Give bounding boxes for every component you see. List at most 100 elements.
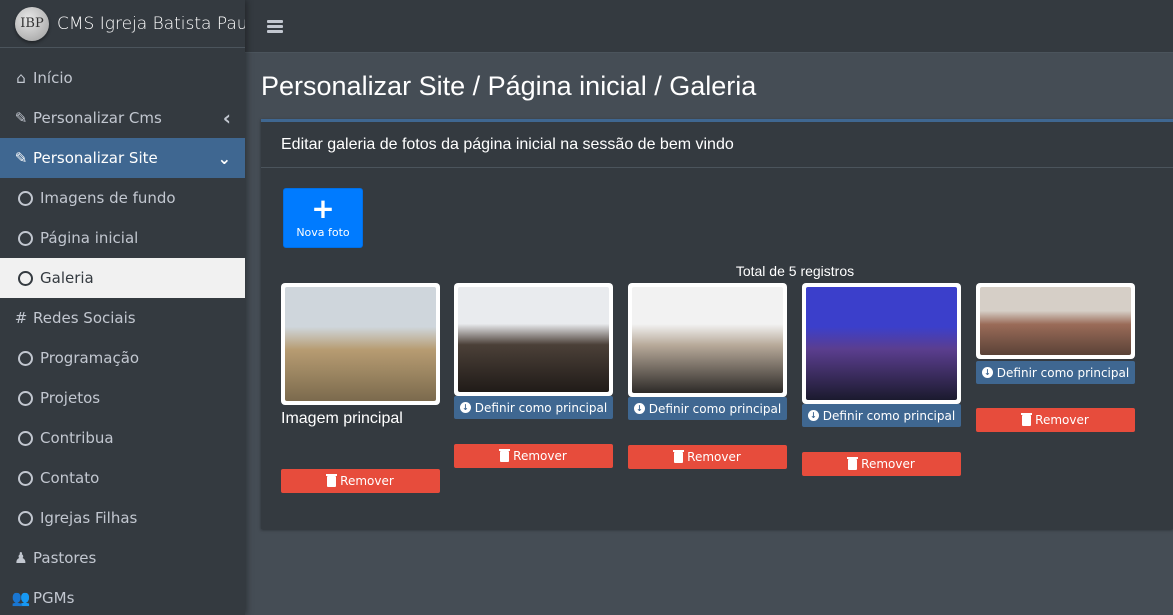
gallery-item: ↓ Definir como principal Remover bbox=[454, 283, 613, 468]
sidebar: IBP CMS Igreja Batista Pauli ⌂ Início ✎ Per… bbox=[0, 0, 245, 615]
trash-icon bbox=[326, 473, 338, 487]
remove-label: Remover bbox=[513, 449, 567, 463]
gallery-item: ↓ Definir como principal Remover bbox=[802, 283, 961, 476]
photo-thumbnail[interactable] bbox=[281, 283, 440, 405]
sidebar-item[interactable]: Imagens de fundo bbox=[0, 178, 245, 218]
gallery-item: ↓ Definir como principal Remover bbox=[976, 283, 1135, 432]
define-main-button[interactable]: ↓ Definir como principal bbox=[802, 404, 961, 427]
sidebar-item[interactable]: 👥 PGMs bbox=[0, 578, 245, 615]
sidebar-nav: ⌂ Início ✎ Personalizar Cms ‹ ✎ Personalizar S… bbox=[0, 48, 245, 615]
main-image-label: Imagem principal bbox=[281, 410, 403, 427]
photo-thumbnail[interactable] bbox=[976, 283, 1135, 359]
trash-icon bbox=[673, 449, 685, 463]
sidebar-item-label: Início bbox=[33, 69, 73, 87]
download-circle-icon: ↓ bbox=[981, 367, 993, 378]
sidebar-item-label: Redes Sociais bbox=[33, 309, 136, 327]
menu-toggle-icon[interactable] bbox=[267, 19, 283, 33]
sidebar-item-label: Galeria bbox=[40, 269, 94, 287]
gallery-card: Editar galeria de fotos da página inicia… bbox=[261, 119, 1173, 529]
sidebar-item-label: Personalizar Cms bbox=[33, 109, 162, 127]
sidebar-item[interactable]: ⌂ Início bbox=[0, 58, 245, 98]
photo-thumbnail[interactable] bbox=[454, 283, 613, 396]
remove-label: Remover bbox=[1035, 413, 1089, 427]
sidebar-item[interactable]: ✎ Personalizar Cms ‹ bbox=[0, 98, 245, 138]
remove-button[interactable]: Remover bbox=[976, 408, 1135, 432]
define-main-label: Definir como principal bbox=[996, 365, 1130, 380]
sidebar-item[interactable]: Igrejas Filhas bbox=[0, 498, 245, 538]
sidebar-item[interactable]: Programação bbox=[0, 338, 245, 378]
remove-button[interactable]: Remover bbox=[802, 452, 961, 476]
magic-wand-icon: ✎ bbox=[14, 149, 28, 167]
define-main-button[interactable]: ↓ Definir como principal bbox=[454, 396, 613, 419]
sidebar-item-label: Contribua bbox=[40, 429, 114, 447]
circle-icon bbox=[18, 470, 33, 486]
remove-button[interactable]: Remover bbox=[454, 444, 613, 468]
hash-icon: # bbox=[14, 309, 28, 327]
photo-image bbox=[285, 287, 436, 401]
circle-icon bbox=[18, 510, 33, 526]
sidebar-item[interactable]: Contato bbox=[0, 458, 245, 498]
brand-logo: IBP bbox=[15, 6, 49, 41]
download-circle-icon: ↓ bbox=[633, 403, 645, 414]
add-photo-button[interactable]: + Nova foto bbox=[283, 188, 363, 248]
gallery-item: ↓ Definir como principal Remover bbox=[628, 283, 787, 469]
sidebar-item-label: Igrejas Filhas bbox=[40, 509, 138, 527]
circle-icon bbox=[18, 230, 33, 246]
sidebar-item[interactable]: # Redes Sociais bbox=[0, 298, 245, 338]
define-main-label: Definir como principal bbox=[474, 400, 608, 415]
download-circle-icon: ↓ bbox=[459, 402, 471, 413]
remove-label: Remover bbox=[340, 474, 394, 488]
photo-image bbox=[458, 287, 609, 392]
users-icon: 👥 bbox=[11, 589, 31, 607]
trash-icon bbox=[499, 448, 511, 462]
sidebar-item[interactable]: Galeria bbox=[0, 258, 245, 298]
remove-label: Remover bbox=[861, 457, 915, 471]
chevron-down-icon: ⌄ bbox=[217, 148, 231, 168]
sidebar-item[interactable]: Página inicial bbox=[0, 218, 245, 258]
brand[interactable]: IBP CMS Igreja Batista Pauli bbox=[0, 0, 245, 48]
photo-image bbox=[806, 287, 957, 400]
photo-image bbox=[980, 287, 1131, 355]
sidebar-item[interactable]: ✎ Personalizar Site ⌄ bbox=[0, 138, 245, 178]
remove-button[interactable]: Remover bbox=[628, 445, 787, 469]
sidebar-item-label: Projetos bbox=[40, 389, 101, 407]
brand-title: CMS Igreja Batista Pauli bbox=[57, 13, 245, 34]
user-tie-icon: ♟ bbox=[14, 549, 28, 567]
add-photo-label: Nova foto bbox=[296, 226, 350, 239]
define-main-label: Definir como principal bbox=[648, 401, 782, 416]
home-icon: ⌂ bbox=[16, 69, 26, 87]
sidebar-item-label: Contato bbox=[40, 469, 100, 487]
top-navbar bbox=[245, 0, 1173, 53]
circle-icon bbox=[18, 270, 33, 286]
total-records: Total de 5 registros bbox=[735, 263, 855, 279]
sidebar-item[interactable]: ♟ Pastores bbox=[0, 538, 245, 578]
circle-icon bbox=[18, 390, 33, 406]
circle-icon bbox=[18, 430, 33, 446]
define-main-button[interactable]: ↓ Definir como principal bbox=[976, 361, 1135, 384]
chevron-left-icon: ‹ bbox=[222, 106, 231, 130]
sidebar-item-label: Programação bbox=[40, 349, 140, 367]
sidebar-item-label: Pastores bbox=[33, 549, 97, 567]
photo-thumbnail[interactable] bbox=[628, 283, 787, 397]
gallery-item: Imagem principal Remover bbox=[281, 283, 440, 493]
sidebar-item-label: Imagens de fundo bbox=[40, 189, 176, 207]
sidebar-item-label: PGMs bbox=[33, 589, 75, 607]
photo-thumbnail[interactable] bbox=[802, 283, 961, 404]
magic-wand-icon: ✎ bbox=[14, 109, 28, 127]
page-title: Personalizar Site / Página inicial / Gal… bbox=[261, 71, 757, 101]
download-circle-icon: ↓ bbox=[807, 410, 819, 421]
define-main-label: Definir como principal bbox=[822, 408, 956, 423]
remove-label: Remover bbox=[687, 450, 741, 464]
plus-icon: + bbox=[311, 192, 335, 225]
main-content: Personalizar Site / Página inicial / Gal… bbox=[245, 53, 1173, 615]
photo-image bbox=[632, 287, 783, 393]
circle-icon bbox=[18, 350, 33, 366]
remove-button[interactable]: Remover bbox=[281, 469, 440, 493]
circle-icon bbox=[18, 190, 33, 206]
sidebar-item-label: Página inicial bbox=[40, 229, 139, 247]
define-main-button[interactable]: ↓ Definir como principal bbox=[628, 397, 787, 420]
sidebar-item-label: Personalizar Site bbox=[33, 149, 158, 167]
card-title: Editar galeria de fotos da página inicia… bbox=[261, 122, 1173, 168]
sidebar-item[interactable]: Projetos bbox=[0, 378, 245, 418]
sidebar-item[interactable]: Contribua bbox=[0, 418, 245, 458]
